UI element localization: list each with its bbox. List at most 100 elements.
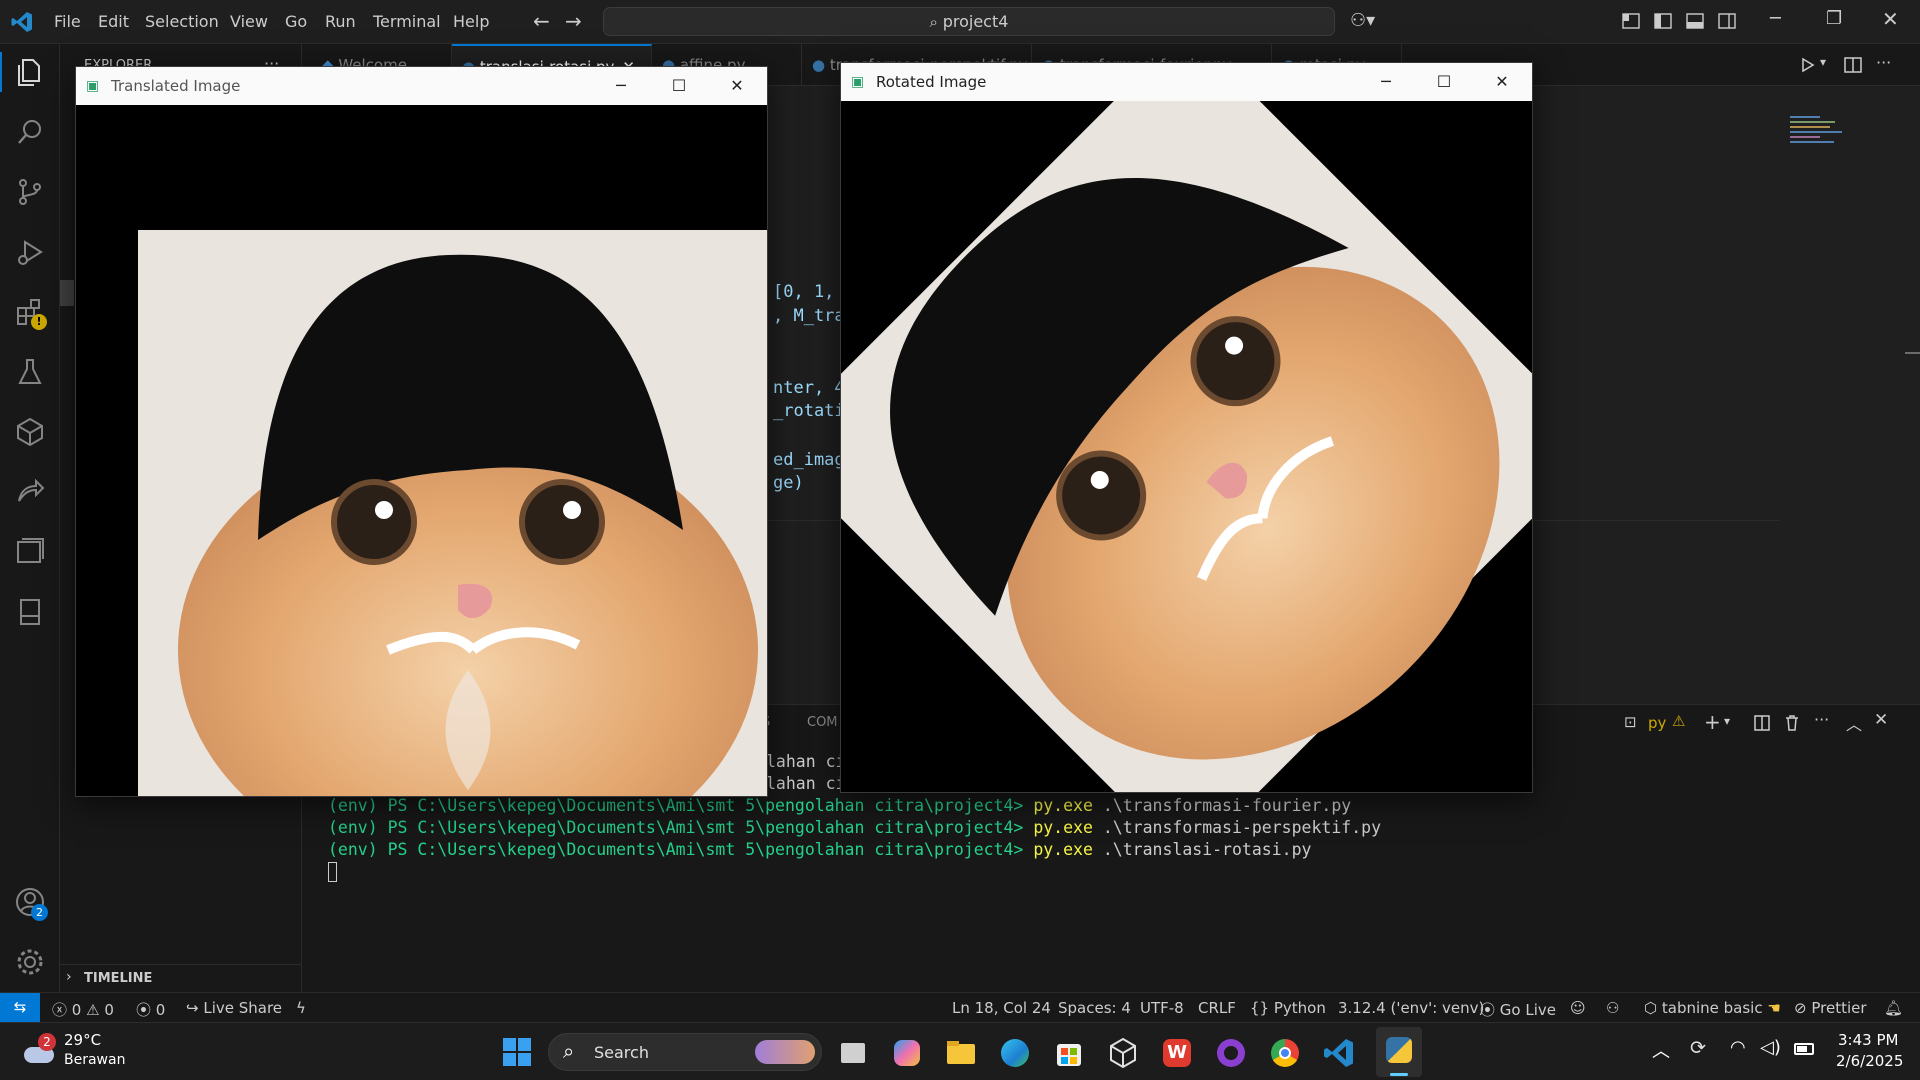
- run-dropdown-chevron-icon[interactable]: ▾: [1820, 55, 1826, 69]
- tabnine-status[interactable]: ⬡ tabnine basic ☚: [1644, 999, 1781, 1017]
- translated-window-titlebar[interactable]: ▣ Translated Image ─ ☐ ✕: [76, 67, 767, 105]
- minimize-icon[interactable]: ─: [1357, 63, 1415, 101]
- customize-layout-icon[interactable]: [1622, 12, 1640, 30]
- toggle-panel-icon[interactable]: [1686, 12, 1704, 30]
- weather-temp[interactable]: 29°C: [64, 1031, 101, 1049]
- editor-more-icon[interactable]: ···: [1876, 53, 1891, 72]
- close-icon[interactable]: ✕: [708, 67, 766, 105]
- weather-desc[interactable]: Berawan: [64, 1052, 125, 1068]
- toggle-secondary-sidebar-icon[interactable]: [1718, 12, 1736, 30]
- maximize-panel-chevron-up-icon[interactable]: ︿: [1846, 711, 1862, 735]
- problems-indicator[interactable]: ⓧ 0 ⚠ 0: [52, 999, 114, 1020]
- clock-date[interactable]: 2/6/2025: [1836, 1052, 1903, 1070]
- new-terminal-plus-icon[interactable]: +: [1704, 710, 1721, 734]
- split-editor-icon[interactable]: [1844, 57, 1862, 73]
- windows-start-icon[interactable]: [502, 1037, 532, 1067]
- taskbar-search-box[interactable]: ⌕ Search: [548, 1033, 822, 1071]
- notifications-bell-icon[interactable]: 🔔︎: [1884, 999, 1903, 1017]
- language-mode[interactable]: {} Python: [1250, 999, 1326, 1017]
- rotated-image-window[interactable]: ▣ Rotated Image ─ ☐ ✕: [840, 62, 1533, 793]
- close-icon[interactable]: ✕: [1473, 63, 1531, 101]
- github-desktop-icon[interactable]: [1214, 1036, 1248, 1070]
- terminal-shell-icon[interactable]: ⊡: [1624, 713, 1637, 731]
- menu-run[interactable]: Run: [325, 12, 356, 31]
- toggle-primary-sidebar-icon[interactable]: [1654, 12, 1672, 30]
- show-hidden-icons-chevron-icon[interactable]: ︿: [1652, 1037, 1670, 1063]
- menu-go[interactable]: Go: [285, 12, 307, 31]
- menu-help[interactable]: Help: [453, 12, 489, 31]
- panels-icon[interactable]: [14, 536, 46, 568]
- menu-edit[interactable]: Edit: [98, 12, 129, 31]
- minimize-icon[interactable]: ─: [592, 67, 650, 105]
- sidebar-scroll-thumb[interactable]: [60, 280, 74, 306]
- menu-file[interactable]: File: [54, 12, 81, 31]
- wps-office-icon[interactable]: W: [1160, 1036, 1194, 1070]
- minimize-icon[interactable]: ─: [1770, 8, 1781, 29]
- volume-icon[interactable]: ◁): [1760, 1037, 1781, 1058]
- maximize-icon[interactable]: ☐: [650, 67, 708, 105]
- vscode-taskbar-icon[interactable]: [1322, 1036, 1356, 1070]
- live-share-status[interactable]: ↪ Live Share: [186, 999, 282, 1017]
- trash-icon[interactable]: [1784, 714, 1800, 732]
- run-debug-icon[interactable]: [14, 236, 46, 268]
- menu-view[interactable]: View: [230, 12, 268, 31]
- task-view-icon[interactable]: [836, 1036, 870, 1070]
- menu-selection[interactable]: Selection: [145, 12, 219, 31]
- notebook-icon[interactable]: [14, 596, 46, 628]
- copilot-app-icon[interactable]: [890, 1036, 924, 1070]
- cursor-position[interactable]: Ln 18, Col 24: [952, 999, 1051, 1017]
- live-share-icon[interactable]: [14, 476, 46, 508]
- terminal-shell-label[interactable]: py: [1648, 714, 1666, 732]
- translated-image-window[interactable]: ▣ Translated Image ─ ☐ ✕: [75, 66, 768, 797]
- panel-tab-comments[interactable]: COM: [807, 715, 838, 730]
- copilot-icon[interactable]: ⚇▾: [1350, 10, 1375, 31]
- python-interpreter[interactable]: 3.12.4 ('env': venv): [1338, 999, 1484, 1017]
- terminal-cursor[interactable]: [328, 862, 337, 882]
- close-panel-icon[interactable]: ✕: [1874, 710, 1888, 730]
- maximize-icon[interactable]: ☐: [1415, 63, 1473, 101]
- remote-explorer-icon[interactable]: [14, 416, 46, 448]
- cube-app-icon[interactable]: [1106, 1036, 1140, 1070]
- encoding[interactable]: UTF-8: [1140, 999, 1184, 1017]
- warning-icon[interactable]: ⚠: [1672, 712, 1685, 730]
- chrome-browser-icon[interactable]: [1268, 1036, 1302, 1070]
- source-control-icon[interactable]: [14, 176, 46, 208]
- rotated-window-titlebar[interactable]: ▣ Rotated Image ─ ☐ ✕: [841, 63, 1532, 101]
- back-arrow-icon[interactable]: ←: [533, 9, 550, 33]
- microsoft-store-icon[interactable]: [1052, 1036, 1086, 1070]
- panel-more-icon[interactable]: ···: [1814, 710, 1829, 729]
- split-terminal-icon[interactable]: [1754, 715, 1770, 731]
- terminal-dropdown-chevron-icon[interactable]: ▾: [1724, 714, 1730, 728]
- indentation[interactable]: Spaces: 4: [1058, 999, 1131, 1017]
- end-of-line[interactable]: CRLF: [1198, 999, 1236, 1017]
- lightning-icon[interactable]: ϟ: [296, 999, 306, 1017]
- wifi-icon[interactable]: ◠: [1730, 1037, 1746, 1058]
- timeline-section[interactable]: › TIMELINE: [60, 964, 302, 992]
- warning-icon: ⚠: [81, 1001, 105, 1019]
- edge-browser-icon[interactable]: [998, 1036, 1032, 1070]
- restore-icon[interactable]: ❐: [1826, 8, 1842, 29]
- python-taskbar-app-active[interactable]: [1376, 1027, 1422, 1077]
- weather-widget[interactable]: 2: [20, 1033, 60, 1069]
- ports-indicator[interactable]: ⦿ 0: [136, 999, 165, 1020]
- settings-gear-icon[interactable]: [14, 946, 46, 978]
- file-explorer-icon[interactable]: [944, 1036, 978, 1070]
- command-center-search[interactable]: ⌕ project4: [603, 7, 1335, 36]
- close-icon[interactable]: ✕: [1882, 7, 1899, 31]
- run-file-icon[interactable]: [1800, 57, 1816, 73]
- feedback-icon[interactable]: ☺: [1570, 999, 1586, 1017]
- activity-bar: ! 2: [0, 44, 60, 992]
- sync-icon[interactable]: ⟳: [1690, 1037, 1706, 1059]
- copilot-status-icon[interactable]: ⚇: [1606, 999, 1619, 1017]
- search-sidebar-icon[interactable]: [14, 116, 46, 148]
- remote-indicator-icon[interactable]: ⇆: [0, 993, 40, 1022]
- go-live-button[interactable]: ⦿ Go Live: [1480, 999, 1556, 1020]
- forward-arrow-icon[interactable]: →: [565, 9, 582, 33]
- testing-icon[interactable]: [14, 356, 46, 388]
- clock-time[interactable]: 3:43 PM: [1838, 1031, 1898, 1049]
- minimap[interactable]: [1780, 112, 1900, 152]
- menu-terminal[interactable]: Terminal: [373, 12, 441, 31]
- explorer-icon[interactable]: [14, 56, 46, 88]
- prettier-status[interactable]: ⊘ Prettier: [1794, 999, 1867, 1017]
- battery-icon[interactable]: [1794, 1043, 1814, 1055]
